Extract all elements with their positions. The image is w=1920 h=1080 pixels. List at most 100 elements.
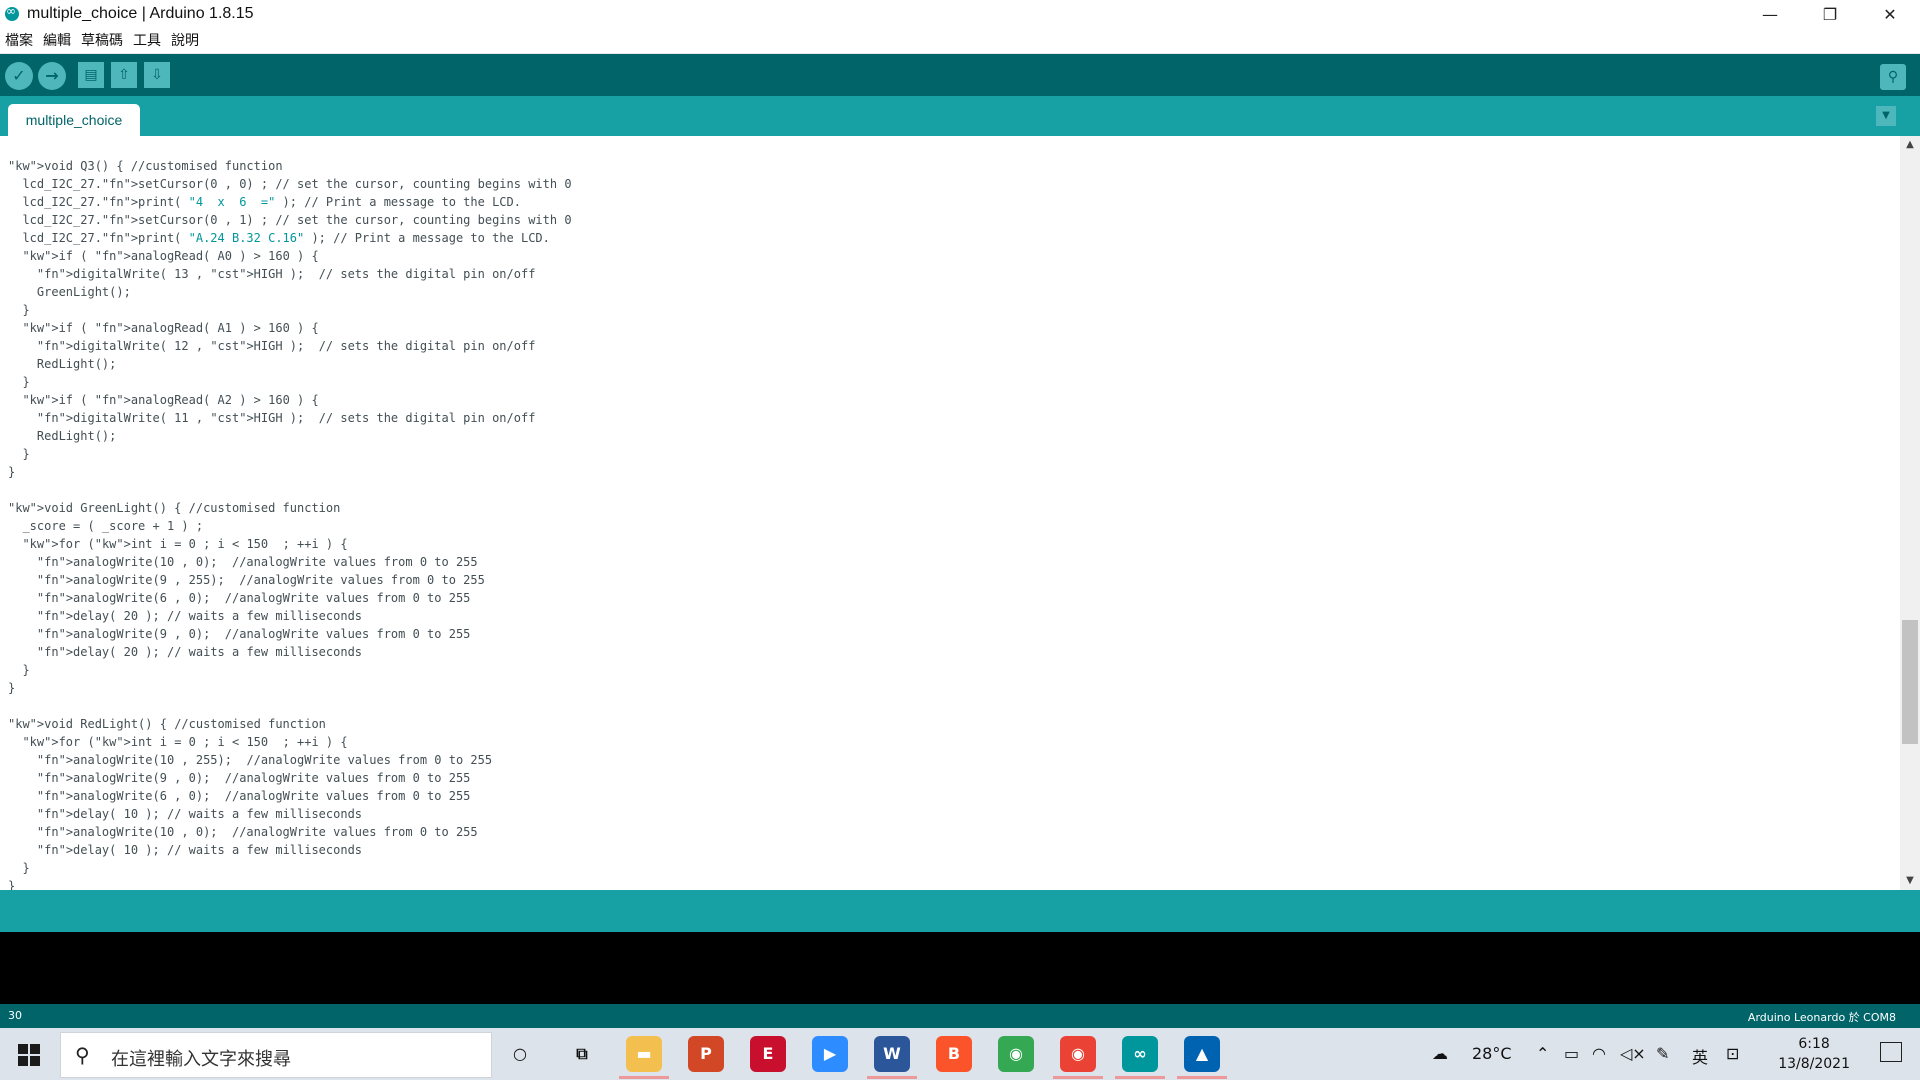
battery-icon[interactable]: ▭: [1564, 1044, 1579, 1063]
menu-file[interactable]: 檔案: [0, 29, 38, 53]
code-line[interactable]: "kw">if ( "fn">analogRead( A2 ) > 160 ) …: [8, 391, 572, 409]
code-line[interactable]: }: [8, 445, 572, 463]
code-line[interactable]: lcd_I2C_27."fn">print( "A.24 B.32 C.16" …: [8, 229, 572, 247]
save-sketch-button[interactable]: ⇩: [144, 62, 170, 88]
message-bar: [0, 890, 1920, 932]
code-line[interactable]: [8, 697, 572, 715]
running-app-indicator: [619, 1076, 669, 1079]
code-line[interactable]: "kw">void Q3() { //customised function: [8, 157, 572, 175]
code-line[interactable]: lcd_I2C_27."fn">setCursor(0 , 0) ; // se…: [8, 175, 571, 193]
volume-muted-icon[interactable]: ◁×: [1620, 1044, 1646, 1063]
code-editor[interactable]: "kw">void Q3() { //customised function l…: [0, 136, 1900, 890]
tab-menu-button[interactable]: ▼: [1876, 106, 1896, 126]
code-line[interactable]: "fn">analogWrite(10 , 0); //analogWrite …: [8, 553, 572, 571]
code-line[interactable]: }: [8, 463, 572, 481]
console-output[interactable]: [0, 932, 1920, 1004]
windows-start-icon[interactable]: [18, 1044, 40, 1066]
code-line[interactable]: "kw">for ("kw">int i = 0 ; i < 150 ; ++i…: [8, 535, 572, 553]
code-line[interactable]: }: [8, 859, 572, 877]
code-line[interactable]: "kw">for ("kw">int i = 0 ; i < 150 ; ++i…: [8, 733, 572, 751]
code-line[interactable]: }: [8, 373, 572, 391]
taskbar-powerpoint-icon[interactable]: P: [688, 1036, 724, 1072]
new-sketch-button[interactable]: ▤: [78, 62, 104, 88]
code-line[interactable]: GreenLight();: [8, 283, 572, 301]
code-line[interactable]: "fn">analogWrite(10 , 255); //analogWrit…: [8, 751, 572, 769]
code-line[interactable]: }: [8, 877, 572, 890]
pen-icon[interactable]: ✎: [1656, 1044, 1669, 1063]
vertical-scrollbar[interactable]: ▲ ▼: [1900, 136, 1920, 890]
tab-bar: multiple_choice ▼: [0, 96, 1920, 136]
taskbar-search-box[interactable]: ⚲ 在這裡輸入文字來搜尋: [60, 1032, 492, 1078]
wifi-icon[interactable]: ◠: [1592, 1044, 1606, 1063]
code-line[interactable]: RedLight();: [8, 355, 572, 373]
code-line[interactable]: "fn">digitalWrite( 13 , "cst">HIGH ); //…: [8, 265, 572, 283]
menu-help[interactable]: 說明: [166, 29, 204, 53]
open-sketch-button[interactable]: ⇧: [111, 62, 137, 88]
tray-chevron-icon[interactable]: ⌃: [1536, 1044, 1549, 1063]
code-line[interactable]: lcd_I2C_27."fn">print( "4 x 6 =" ); // P…: [8, 193, 572, 211]
windows-taskbar: ⚲ 在這裡輸入文字來搜尋 ○ ⧉ ▬ P E ▶ W B ◉ ◉ ∞ ▲ ☁ 28°C ⌃ ▭ ◠ ◁…: [0, 1028, 1920, 1080]
running-app-indicator: [1177, 1076, 1227, 1079]
taskbar-word-icon[interactable]: W: [874, 1036, 910, 1072]
menu-edit[interactable]: 編輯: [38, 29, 76, 53]
weather-temp[interactable]: 28°C: [1472, 1044, 1512, 1063]
taskbar-eph-icon[interactable]: E: [750, 1036, 786, 1072]
scroll-down-icon[interactable]: ▼: [1900, 872, 1920, 890]
taskbar-file-explorer-icon[interactable]: ▬: [626, 1036, 662, 1072]
code-line[interactable]: "kw">void RedLight() { //customised func…: [8, 715, 572, 733]
menu-sketch[interactable]: 草稿碼: [76, 29, 128, 53]
minimize-button[interactable]: —: [1740, 0, 1800, 29]
code-line[interactable]: "fn">analogWrite(10 , 0); //analogWrite …: [8, 823, 572, 841]
code-line[interactable]: "fn">delay( 20 ); // waits a few millise…: [8, 643, 572, 661]
code-line[interactable]: "fn">analogWrite(6 , 0); //analogWrite v…: [8, 589, 572, 607]
code-line[interactable]: [8, 481, 572, 499]
code-content[interactable]: "kw">void Q3() { //customised function l…: [8, 157, 572, 890]
taskbar-chrome-icon[interactable]: ◉: [998, 1036, 1034, 1072]
taskbar-cortana-icon[interactable]: ○: [502, 1036, 538, 1072]
taskbar-chrome-profile-icon[interactable]: ◉: [1060, 1036, 1096, 1072]
weather-icon[interactable]: ☁: [1432, 1044, 1448, 1063]
close-button[interactable]: ✕: [1860, 0, 1920, 29]
scroll-up-icon[interactable]: ▲: [1900, 136, 1920, 154]
taskbar-brave-icon[interactable]: B: [936, 1036, 972, 1072]
clock-date: 13/8/2021: [1778, 1056, 1850, 1072]
taskbar-task-view-icon[interactable]: ⧉: [564, 1036, 600, 1072]
search-icon: ⚲: [75, 1043, 90, 1067]
code-line[interactable]: "fn">analogWrite(9 , 0); //analogWrite v…: [8, 769, 572, 787]
ime-mode-icon[interactable]: ⊡: [1726, 1044, 1739, 1063]
scroll-thumb[interactable]: [1902, 620, 1918, 744]
upload-button[interactable]: →: [38, 62, 66, 90]
code-line[interactable]: }: [8, 679, 572, 697]
code-line[interactable]: "fn">delay( 20 ); // waits a few millise…: [8, 607, 572, 625]
code-line[interactable]: lcd_I2C_27."fn">setCursor(0 , 1) ; // se…: [8, 211, 571, 229]
maximize-button[interactable]: ❐: [1800, 0, 1860, 29]
serial-monitor-button[interactable]: ⚲: [1880, 64, 1906, 90]
code-line[interactable]: "fn">digitalWrite( 11 , "cst">HIGH ); //…: [8, 409, 572, 427]
taskbar-zoom-icon[interactable]: ▶: [812, 1036, 848, 1072]
code-line[interactable]: }: [8, 301, 572, 319]
ime-indicator[interactable]: 英: [1692, 1044, 1708, 1068]
code-line[interactable]: "kw">void GreenLight() { //customised fu…: [8, 499, 572, 517]
notification-center-icon[interactable]: [1880, 1042, 1902, 1062]
code-line[interactable]: }: [8, 661, 572, 679]
code-line[interactable]: "fn">digitalWrite( 12 , "cst">HIGH ); //…: [8, 337, 572, 355]
code-line[interactable]: "fn">analogWrite(9 , 0); //analogWrite v…: [8, 625, 572, 643]
board-port-info: Arduino Leonardo 於 COM8: [1747, 1011, 1896, 1024]
menu-tools[interactable]: 工具: [128, 29, 166, 53]
code-line[interactable]: "fn">analogWrite(6 , 0); //analogWrite v…: [8, 787, 572, 805]
verify-button[interactable]: ✓: [5, 62, 33, 90]
search-placeholder: 在這裡輸入文字來搜尋: [111, 1049, 291, 1070]
code-line[interactable]: "kw">if ( "fn">analogRead( A1 ) > 160 ) …: [8, 319, 572, 337]
code-line[interactable]: "kw">if ( "fn">analogRead( A0 ) > 160 ) …: [8, 247, 572, 265]
arduino-logo-icon: [5, 4, 19, 21]
tab-multiple-choice[interactable]: multiple_choice: [8, 104, 140, 136]
code-line[interactable]: "fn">delay( 10 ); // waits a few millise…: [8, 805, 572, 823]
code-line[interactable]: RedLight();: [8, 427, 572, 445]
taskbar-photos-icon[interactable]: ▲: [1184, 1036, 1220, 1072]
code-line[interactable]: "fn">delay( 10 ); // waits a few millise…: [8, 841, 572, 859]
code-line[interactable]: _score = ( _score + 1 ) ;: [8, 517, 572, 535]
taskbar-clock[interactable]: 6:18 13/8/2021: [1778, 1034, 1850, 1074]
taskbar-arduino-icon[interactable]: ∞: [1122, 1036, 1158, 1072]
running-app-indicator: [1115, 1076, 1165, 1079]
code-line[interactable]: "fn">analogWrite(9 , 255); //analogWrite…: [8, 571, 572, 589]
